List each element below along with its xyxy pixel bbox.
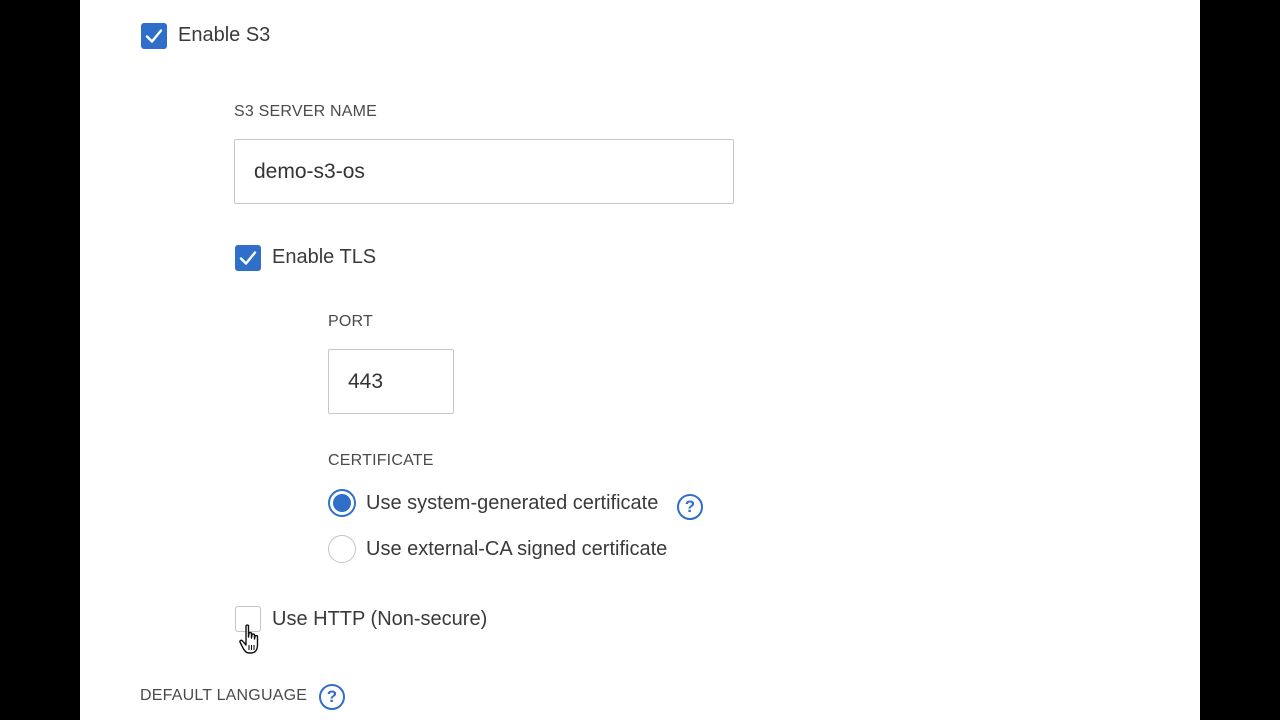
system-cert-radio[interactable]	[328, 489, 356, 517]
hand-pointer-cursor-icon	[239, 624, 259, 654]
question-circle-icon[interactable]: ?	[677, 494, 703, 520]
enable-tls-checkbox[interactable]	[235, 245, 261, 271]
external-ca-cert-label: Use external-CA signed certificate	[366, 538, 668, 560]
port-input[interactable]: 443	[328, 349, 454, 414]
external-ca-cert-radio[interactable]	[328, 535, 356, 563]
enable-s3-checkbox[interactable]	[141, 23, 167, 49]
use-http-label: Use HTTP (Non-secure)	[272, 608, 488, 630]
question-circle-icon[interactable]: ?	[319, 684, 345, 710]
enable-tls-label: Enable TLS	[272, 246, 377, 268]
s3-server-name-input[interactable]: demo-s3-os	[234, 139, 734, 204]
port-label: PORT	[328, 313, 373, 330]
enable-s3-label: Enable S3	[178, 24, 271, 46]
checkmark-icon	[239, 251, 257, 265]
radio-selected-dot	[333, 494, 351, 512]
system-cert-label: Use system-generated certificate	[366, 492, 659, 514]
default-language-label: DEFAULT LANGUAGE	[140, 687, 308, 704]
checkmark-icon	[145, 29, 163, 43]
s3-server-name-label: S3 SERVER NAME	[234, 103, 377, 120]
certificate-label: CERTIFICATE	[328, 452, 434, 469]
settings-panel: Enable S3 S3 SERVER NAME demo-s3-os Enab…	[80, 0, 1200, 720]
